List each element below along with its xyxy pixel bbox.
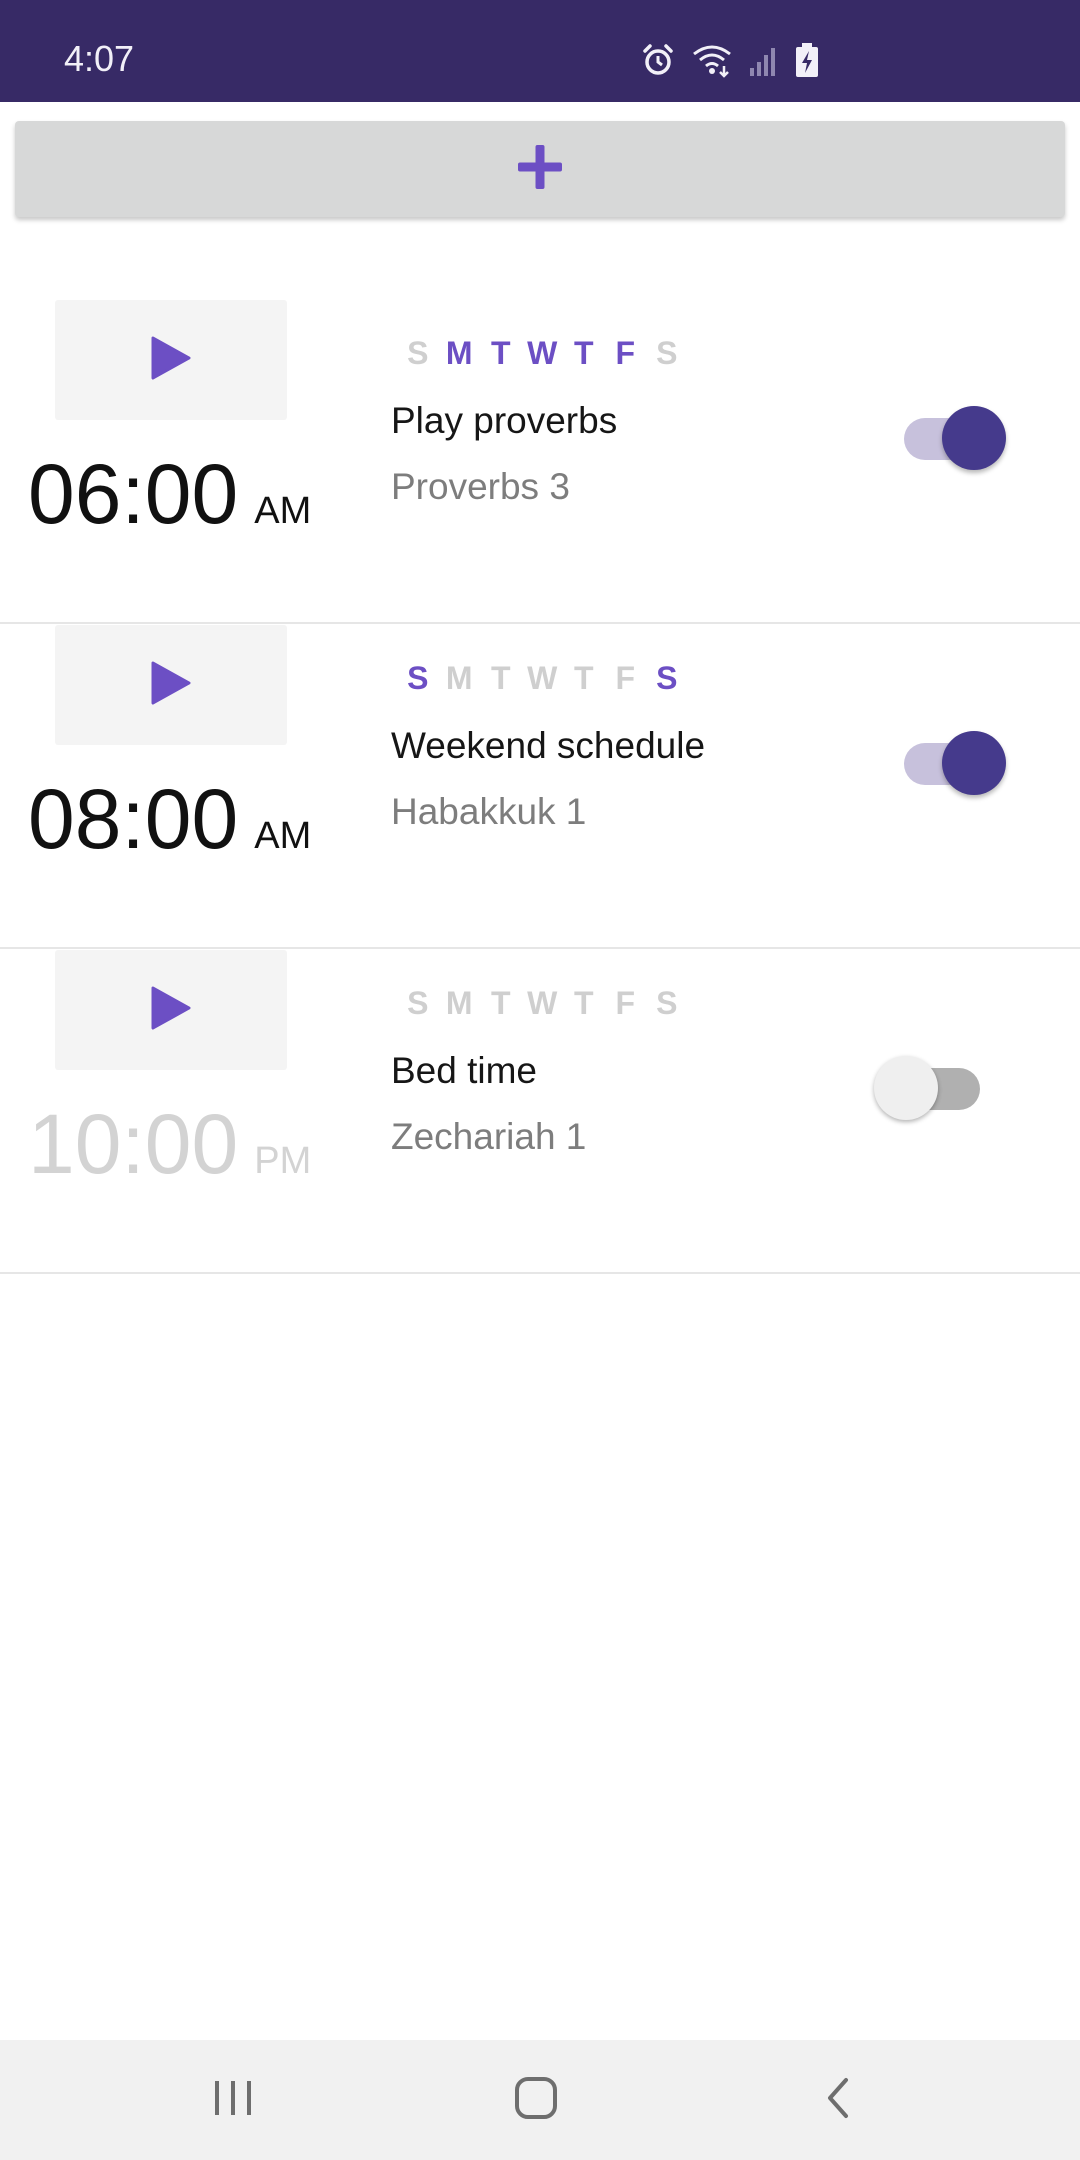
play-icon [149,659,193,712]
day-saturday[interactable]: S [646,335,688,372]
alarm-icon [640,42,676,78]
day-sunday[interactable]: S [397,660,439,697]
toggle-thumb [942,731,1006,795]
repeat-days: S M T W T F S [397,335,688,372]
day-friday[interactable]: F [605,660,647,697]
day-monday[interactable]: M [439,660,481,697]
alarm-row[interactable]: 08:00 AM S M T W T F S Weekend schedule H… [0,625,1080,949]
wifi-icon [690,42,734,78]
day-tuesday[interactable]: T [480,985,522,1022]
day-saturday[interactable]: S [646,985,688,1022]
back-button[interactable] [793,2070,883,2130]
day-tuesday[interactable]: T [480,660,522,697]
repeat-days: S M T W T F S [397,660,688,697]
battery-charging-icon [794,42,820,78]
day-tuesday[interactable]: T [480,335,522,372]
alarm-time-value: 10:00 [28,1097,239,1191]
day-thursday[interactable]: T [563,660,605,697]
alarm-passage[interactable]: Proverbs 3 [391,466,570,508]
alarm-time-value: 06:00 [28,447,239,541]
alarm-time[interactable]: 06:00 AM [28,446,311,543]
day-wednesday[interactable]: W [522,985,564,1022]
alarm-label[interactable]: Play proverbs [391,400,617,442]
day-sunday[interactable]: S [397,335,439,372]
alarm-time-ampm: AM [254,815,312,857]
toggle-thumb [874,1056,938,1120]
alarm-row[interactable]: 06:00 AM S M T W T F S Play proverbs Prov… [0,300,1080,624]
day-wednesday[interactable]: W [522,335,564,372]
day-friday[interactable]: F [605,335,647,372]
alarm-passage[interactable]: Zechariah 1 [391,1116,586,1158]
play-icon [149,334,193,387]
alarm-toggle[interactable] [874,725,1010,795]
alarm-toggle[interactable] [874,1050,1010,1120]
alarm-time[interactable]: 08:00 AM [28,771,311,868]
navigation-bar [0,2040,1080,2160]
signal-icon [748,42,780,78]
alarm-label[interactable]: Weekend schedule [391,725,705,767]
day-monday[interactable]: M [439,985,481,1022]
alarm-passage[interactable]: Habakkuk 1 [391,791,586,833]
recent-apps-icon [211,2078,255,2123]
add-alarm-button[interactable] [15,121,1065,217]
alarm-time-ampm: PM [254,1140,312,1182]
play-preview-button[interactable] [55,625,287,745]
home-button[interactable] [491,2070,581,2130]
alarm-toggle[interactable] [874,400,1010,470]
status-icons [640,42,820,78]
plus-icon [515,142,565,197]
alarm-time[interactable]: 10:00 PM [28,1096,311,1193]
play-preview-button[interactable] [55,300,287,420]
play-preview-button[interactable] [55,950,287,1070]
day-thursday[interactable]: T [563,985,605,1022]
status-time: 4:07 [64,38,135,79]
day-monday[interactable]: M [439,335,481,372]
home-icon [513,2075,559,2126]
day-saturday[interactable]: S [646,660,688,697]
status-bar: 4:07 [0,0,1080,102]
alarm-row[interactable]: 10:00 PM S M T W T F S Bed time Zechariah… [0,950,1080,1274]
recent-apps-button[interactable] [188,2070,278,2130]
day-thursday[interactable]: T [563,335,605,372]
back-icon [820,2076,856,2125]
repeat-days: S M T W T F S [397,985,688,1022]
alarm-time-value: 08:00 [28,772,239,866]
play-icon [149,984,193,1037]
day-wednesday[interactable]: W [522,660,564,697]
toggle-thumb [942,406,1006,470]
day-sunday[interactable]: S [397,985,439,1022]
alarm-time-ampm: AM [254,490,312,532]
day-friday[interactable]: F [605,985,647,1022]
alarm-label[interactable]: Bed time [391,1050,537,1092]
